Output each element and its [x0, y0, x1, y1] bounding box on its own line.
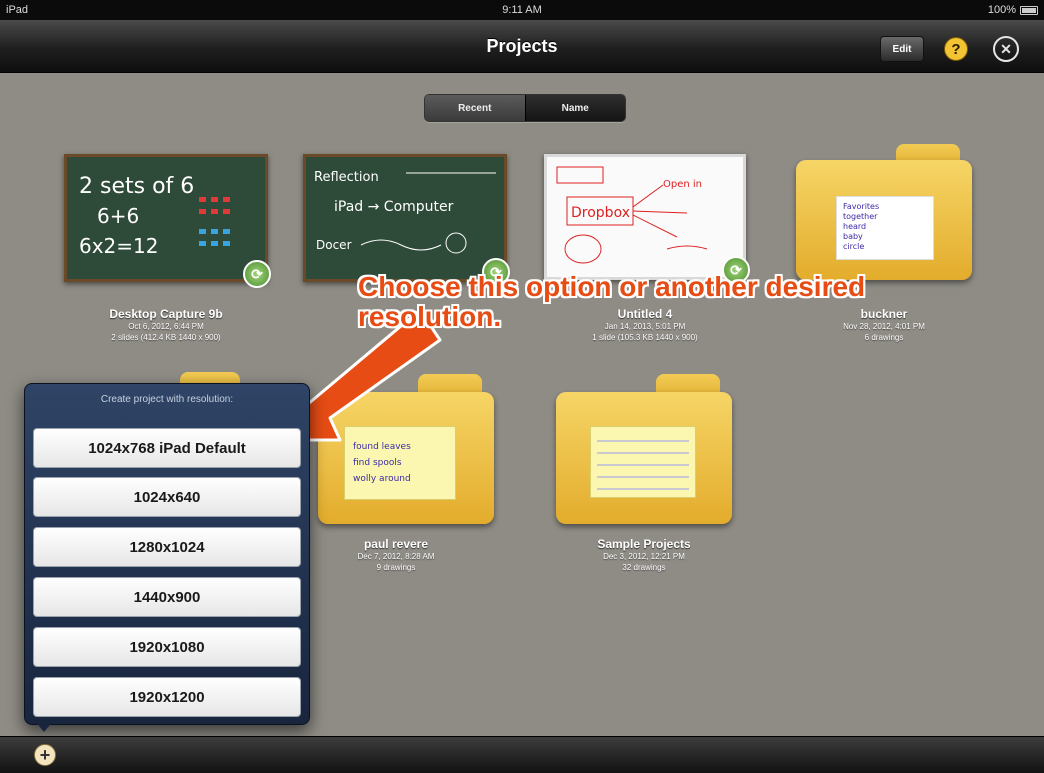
add-icon[interactable]: +	[34, 744, 56, 766]
chalk-text: Docer	[316, 238, 352, 252]
folder-icon[interactable]: Favorites together heard baby circle	[796, 144, 972, 282]
folder-paper	[590, 426, 696, 498]
paper-text: baby	[843, 232, 863, 241]
paper-drawing	[597, 440, 689, 490]
chalk-text: Reflection	[314, 170, 379, 185]
bottom-toolbar	[0, 736, 1044, 773]
folder-icon[interactable]	[556, 374, 732, 526]
folder-paper: Favorites together heard baby circle	[836, 196, 934, 260]
whiteboard-text: Dropbox	[571, 205, 630, 221]
resolution-option-1440x900[interactable]: 1440x900	[33, 577, 301, 617]
resolution-option-1280x1024[interactable]: 1280x1024	[33, 527, 301, 567]
close-icon[interactable]: ✕	[993, 36, 1019, 62]
project-date: Dec 3, 2012, 12:21 PM	[603, 552, 685, 561]
chalk-text: 6x2=12	[79, 234, 159, 258]
paper-text: wolly around	[353, 474, 411, 484]
project-detail: 32 drawings	[622, 563, 666, 572]
edit-button[interactable]: Edit	[880, 36, 924, 62]
carrier-label: iPad	[6, 4, 29, 16]
battery-indicator: 100%	[988, 4, 1038, 16]
project-thumbnail-1[interactable]: 2 sets of 6 6+6 6x2=12	[64, 154, 268, 282]
nav-bar: Projects Edit ? ✕	[0, 20, 1044, 73]
paper-text: heard	[843, 222, 866, 231]
battery-icon	[1020, 5, 1038, 15]
resolution-option-1920x1200[interactable]: 1920x1200	[33, 677, 301, 717]
status-bar: iPad 9:11 AM 100%	[0, 0, 1044, 20]
paper-text: together	[843, 212, 878, 221]
project-detail: 9 drawings	[376, 563, 416, 572]
segment-name[interactable]: Name	[524, 95, 625, 121]
paper-drawing: Favorites together heard baby circle	[843, 202, 879, 251]
sync-icon: ⟳	[243, 260, 271, 288]
chalkboard-drawing: 2 sets of 6 6+6 6x2=12	[79, 174, 230, 258]
chalk-text: iPad → Computer	[334, 199, 454, 215]
project-date: Oct 6, 2012, 6:44 PM	[128, 322, 204, 331]
project-detail: 1 slide (105.3 KB 1440 x 900)	[592, 333, 698, 342]
popover-pointer	[34, 720, 54, 732]
chalk-text: 2 sets of 6	[79, 174, 194, 199]
chalkboard-drawing: Reflection iPad → Computer Docer	[314, 170, 496, 254]
chalk-text: 6+6	[97, 204, 139, 228]
segment-recent[interactable]: Recent	[425, 95, 525, 121]
resolution-popover: Create project with resolution: 1024x768…	[24, 383, 310, 725]
status-time: 9:11 AM	[502, 4, 542, 16]
project-date: Dec 7, 2012, 8:28 AM	[357, 552, 435, 561]
sort-segmented-control: Recent Name	[424, 94, 626, 122]
annotation-line-2: resolution.	[358, 301, 502, 332]
help-icon[interactable]: ?	[944, 37, 968, 61]
project-name: paul revere	[363, 537, 429, 551]
resolution-option-1024x768[interactable]: 1024x768 iPad Default	[33, 428, 301, 468]
annotation-line-1: Choose this option or another desired	[358, 271, 866, 302]
whiteboard-drawing: Dropbox Open in	[556, 166, 708, 264]
resolution-option-1920x1080[interactable]: 1920x1080	[33, 627, 301, 667]
battery-percent: 100%	[987, 4, 1016, 16]
project-name: Desktop Capture 9b	[109, 307, 223, 321]
project-name: Sample Projects	[597, 537, 691, 551]
project-detail: 6 drawings	[864, 333, 904, 342]
annotation-text: Choose this option or another desired re…	[358, 272, 865, 332]
project-thumbnail-3[interactable]: Dropbox Open in	[544, 154, 746, 280]
resolution-option-1024x640[interactable]: 1024x640	[33, 477, 301, 517]
paper-text: circle	[843, 242, 864, 251]
whiteboard-text: Open in	[663, 179, 702, 190]
popover-header: Create project with resolution:	[100, 394, 234, 405]
project-detail: 2 slides (412.4 KB 1440 x 900)	[111, 333, 221, 342]
project-thumbnail-2[interactable]: Reflection iPad → Computer Docer	[303, 154, 507, 282]
paper-text: Favorites	[843, 202, 879, 211]
